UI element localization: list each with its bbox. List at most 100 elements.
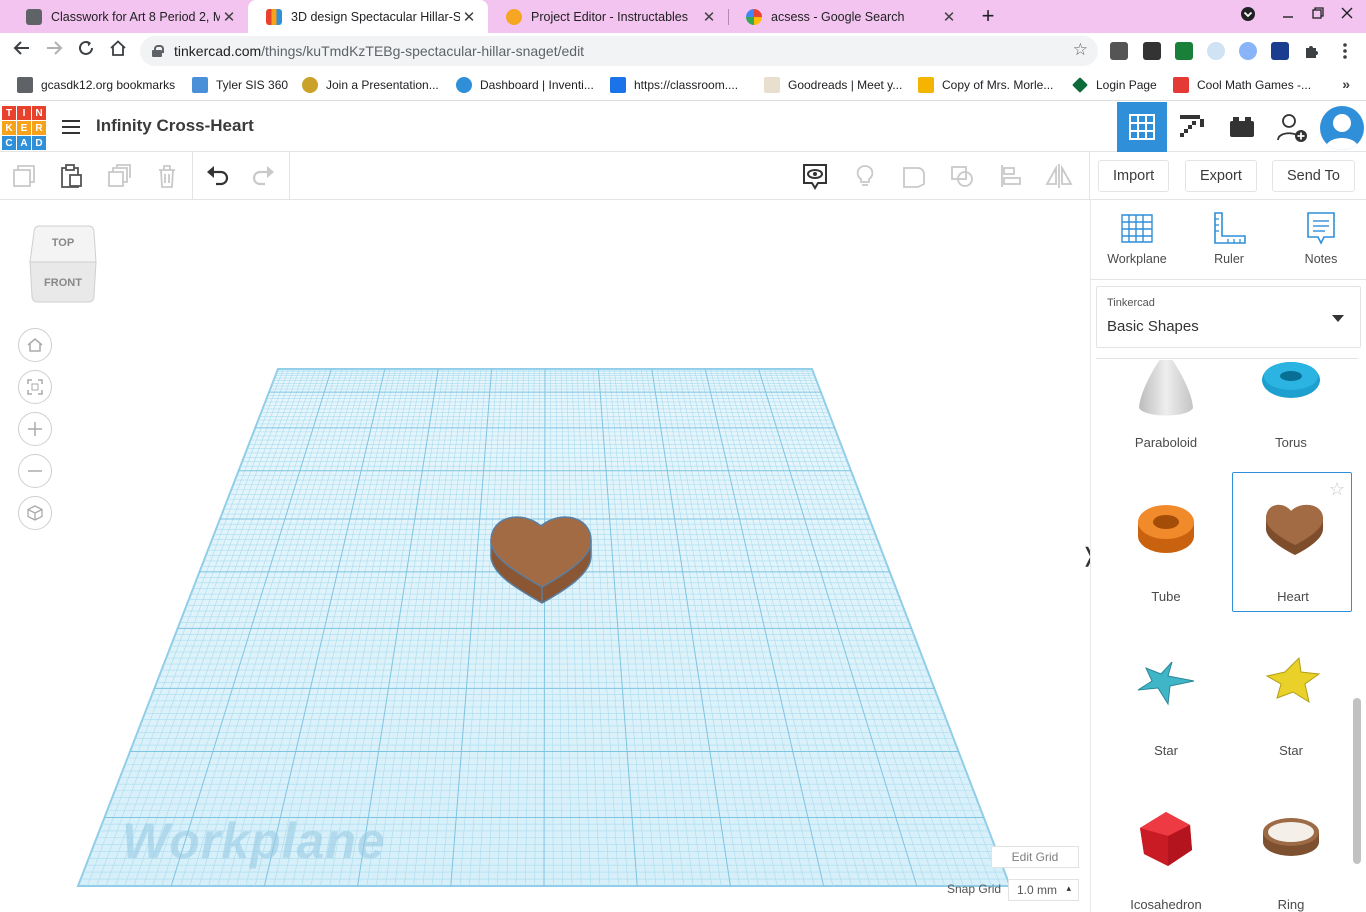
viewcube-top-label[interactable]: TOP — [28, 237, 98, 249]
shape-star-yellow[interactable]: Star — [1231, 626, 1351, 766]
extension-sheets-icon[interactable] — [1175, 42, 1193, 60]
zoom-in-button[interactable] — [18, 412, 52, 446]
bookmark-cool-math-games[interactable]: Cool Math Games -... — [1173, 76, 1311, 94]
delete-button[interactable] — [151, 160, 183, 192]
back-icon[interactable] — [10, 39, 34, 63]
heart-object[interactable] — [487, 508, 597, 608]
extension-qr-icon[interactable] — [1110, 42, 1128, 60]
duplicate-button[interactable] — [103, 160, 135, 192]
fit-view-button[interactable] — [18, 370, 52, 404]
close-icon[interactable]: ✕ — [460, 8, 478, 26]
reload-icon[interactable] — [74, 39, 98, 63]
send-to-button[interactable]: Send To — [1272, 160, 1355, 192]
ruler-icon — [1214, 212, 1246, 244]
design-title[interactable]: Infinity Cross-Heart — [96, 116, 254, 136]
slides-icon — [918, 77, 934, 93]
viewcube-front-label[interactable]: FRONT — [28, 277, 98, 289]
duplicate-icon — [108, 164, 131, 187]
snap-grid-select[interactable]: 1.0 mm ▴ — [1008, 879, 1079, 901]
panel-scrollbar[interactable] — [1353, 698, 1361, 864]
brick-icon — [1230, 117, 1254, 137]
bookmark-tyler-sis[interactable]: Tyler SIS 360 — [192, 76, 288, 94]
bookmark-classroom[interactable]: https://classroom.... — [610, 76, 738, 94]
folder-icon — [17, 77, 33, 93]
window-close-icon[interactable] — [1336, 6, 1358, 26]
bookmark-dashboard[interactable]: Dashboard | Inventi... — [456, 76, 594, 94]
group-button[interactable] — [898, 160, 930, 192]
3d-workspace[interactable]: Workplane TOP FRONT Edit Grid Snap Grid … — [0, 200, 1090, 912]
invite-user-button[interactable] — [1267, 102, 1317, 152]
extension-shield-icon[interactable] — [1271, 42, 1289, 60]
notes-tool[interactable]: Notes — [1286, 210, 1356, 280]
pear-icon — [302, 77, 318, 93]
shape-tube[interactable]: Tube — [1106, 472, 1226, 612]
tab-instructables[interactable]: Project Editor - Instructables ✕ — [488, 0, 728, 33]
undo-button[interactable] — [201, 160, 233, 192]
extension-qr2-icon[interactable] — [1143, 42, 1161, 60]
chevron-up-icon: ▴ — [1066, 883, 1071, 893]
import-button[interactable]: Import — [1098, 160, 1170, 192]
tinkercad-logo[interactable]: T I N K E R C A D — [2, 106, 46, 150]
shape-paraboloid[interactable]: Paraboloid — [1106, 360, 1226, 470]
shape-icosahedron[interactable]: Icosahedron — [1106, 780, 1226, 912]
tab-classwork[interactable]: Classwork for Art 8 Period 2, MP ✕ — [8, 0, 248, 33]
undo-icon — [207, 166, 229, 186]
mirror-button[interactable] — [1043, 160, 1075, 192]
kebab-menu-icon[interactable] — [1336, 42, 1354, 60]
close-icon[interactable]: ✕ — [220, 8, 238, 26]
trash-icon — [159, 165, 175, 188]
restore-icon[interactable] — [1307, 6, 1329, 26]
shape-library-dropdown[interactable]: Tinkercad Basic Shapes — [1096, 286, 1361, 348]
perspective-button[interactable] — [18, 496, 52, 530]
address-bar[interactable]: tinkercad.com/things/kuTmdKzTEBg-spectac… — [140, 36, 1098, 66]
extension-cloud-icon[interactable] — [1207, 42, 1225, 60]
more-bookmarks-icon[interactable]: » — [1342, 76, 1350, 92]
zoom-out-button[interactable] — [18, 454, 52, 488]
export-button[interactable]: Export — [1185, 160, 1257, 192]
show-all-button[interactable] — [799, 160, 831, 192]
bookmark-folder-gcasdk12[interactable]: gcasdk12.org bookmarks — [17, 76, 175, 94]
bookmark-copy-of-mrs-morle[interactable]: Copy of Mrs. Morle... — [918, 76, 1053, 94]
home-view-button[interactable] — [18, 328, 52, 362]
minecraft-pickaxe-button[interactable] — [1167, 102, 1217, 152]
close-icon[interactable]: ✕ — [940, 8, 958, 26]
logo-letter: A — [17, 136, 31, 150]
tab-google-search[interactable]: acsess - Google Search ✕ — [728, 0, 968, 33]
bookmark-login-page[interactable]: Login Page — [1072, 76, 1157, 94]
bookmark-join-presentation[interactable]: Join a Presentation... — [302, 76, 439, 94]
redo-button[interactable] — [248, 160, 280, 192]
close-icon[interactable]: ✕ — [700, 8, 718, 26]
shape-torus[interactable]: Torus — [1231, 360, 1351, 470]
workplane-icon — [1121, 214, 1153, 243]
3d-view-button[interactable] — [1117, 102, 1167, 152]
view-cube[interactable]: TOP FRONT — [28, 224, 98, 304]
shape-ring[interactable]: Ring — [1231, 780, 1351, 912]
tab-search-icon[interactable] — [1237, 6, 1259, 26]
copy-button[interactable] — [8, 160, 40, 192]
edit-grid-button[interactable]: Edit Grid — [991, 846, 1079, 868]
new-tab-button[interactable]: + — [976, 4, 1000, 28]
tab-title: Project Editor - Instructables — [531, 9, 689, 24]
extension-circle-icon[interactable] — [1239, 42, 1257, 60]
library-name: Basic Shapes — [1107, 318, 1199, 335]
lego-brick-button[interactable] — [1217, 102, 1267, 152]
ruler-tool[interactable]: Ruler — [1194, 210, 1264, 280]
align-button[interactable] — [996, 160, 1028, 192]
minimize-icon[interactable] — [1277, 6, 1299, 26]
bookmark-goodreads[interactable]: Goodreads | Meet y... — [764, 76, 902, 94]
workplane-tool[interactable]: Workplane — [1102, 210, 1172, 280]
bookmark-star-icon[interactable]: ☆ — [1073, 40, 1088, 60]
tab-tinkercad[interactable]: 3D design Spectacular Hillar-Sna ✕ — [248, 0, 488, 33]
shape-heart[interactable]: ☆ Heart — [1232, 472, 1352, 612]
paste-button[interactable] — [55, 160, 87, 192]
collapse-panel-toggle[interactable]: ❭ — [1080, 533, 1090, 577]
home-icon[interactable] — [106, 39, 130, 63]
logo-letter: C — [2, 136, 16, 150]
extensions-puzzle-icon[interactable] — [1303, 42, 1321, 60]
user-avatar[interactable] — [1320, 106, 1364, 150]
hint-button[interactable] — [849, 160, 881, 192]
shape-star-cyan[interactable]: Star — [1106, 626, 1226, 766]
forward-icon[interactable] — [42, 39, 66, 63]
design-list-icon[interactable] — [58, 114, 84, 140]
ungroup-button[interactable] — [947, 160, 979, 192]
